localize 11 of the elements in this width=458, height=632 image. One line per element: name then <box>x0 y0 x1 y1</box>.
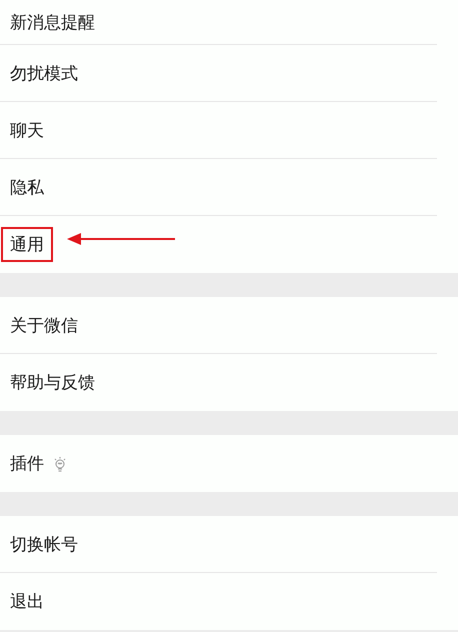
menu-item[interactable]: 帮助与反馈 <box>10 371 95 394</box>
lightbulb-icon <box>53 456 67 472</box>
menu-item[interactable]: 新消息提醒 <box>10 10 95 34</box>
menu-item[interactable]: 切换帐号 <box>10 532 78 556</box>
menu-item[interactable]: 隐私 <box>10 176 44 198</box>
menu-item[interactable]: 插件 <box>10 452 44 475</box>
menu-item[interactable]: 勿扰模式 <box>10 62 78 84</box>
menu-item[interactable]: 通用 <box>1 227 53 262</box>
menu-item[interactable]: 聊天 <box>10 118 44 142</box>
menu-item[interactable]: 关于微信 <box>10 314 78 336</box>
menu-item[interactable]: 退出 <box>10 590 44 613</box>
